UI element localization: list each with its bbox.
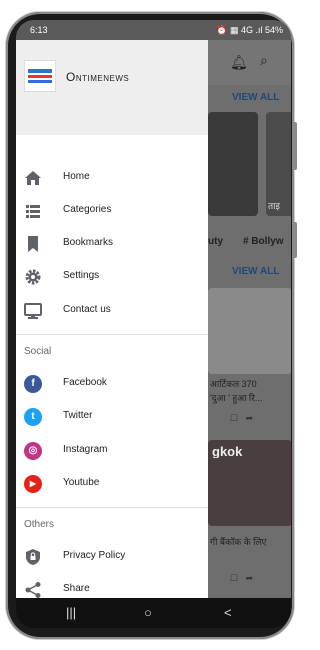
system-navigation-bar: ||| ○ < — [16, 598, 291, 628]
divider — [16, 334, 208, 335]
bell-icon[interactable]: 🔔︎ — [230, 54, 248, 71]
drawer-item-facebook[interactable]: f Facebook — [16, 367, 208, 400]
news-image[interactable] — [208, 288, 291, 374]
drawer-item-label: Categories — [63, 204, 112, 215]
bookmark-icon[interactable]: ☐ ➦ — [210, 412, 290, 424]
power-button — [293, 222, 297, 258]
home-icon — [25, 171, 41, 185]
volume-button — [293, 122, 297, 170]
drawer-item-label: Contact us — [63, 304, 111, 315]
drawer-item-bookmarks[interactable]: Bookmarks — [16, 227, 208, 260]
image-text: gkok — [212, 446, 243, 458]
view-all-link[interactable]: VIEW ALL — [232, 266, 279, 277]
drawer-item-instagram[interactable]: ◎ Instagram — [16, 434, 208, 467]
drawer-item-youtube[interactable]: ▶ Youtube — [16, 467, 208, 500]
drawer-item-categories[interactable]: Categories — [16, 194, 208, 227]
navigation-drawer: Ontimenews Home Categories Bookmarks Set… — [16, 40, 208, 598]
monitor-icon — [24, 303, 42, 319]
news-thumbnail[interactable] — [208, 112, 258, 216]
drawer-item-label: Bookmarks — [63, 237, 114, 248]
drawer-item-contact-us[interactable]: Contact us — [16, 294, 208, 327]
shield-lock-icon — [26, 549, 40, 565]
drawer-item-label: Settings — [63, 270, 100, 281]
news-image[interactable]: gkok — [208, 440, 291, 526]
youtube-icon: ▶ — [24, 475, 42, 493]
drawer-item-home[interactable]: Home — [16, 161, 208, 194]
news-headline[interactable]: गी बैंकॉक के लिए — [210, 536, 290, 548]
drawer-item-twitter[interactable]: t Twitter — [16, 400, 208, 433]
drawer-header: Ontimenews — [16, 40, 208, 135]
section-title-social: Social — [24, 346, 52, 357]
list-icon — [26, 205, 40, 218]
news-headline[interactable]: 'दुआ ' हुआ रि... — [210, 392, 290, 404]
screen: 6:13 ⏰ ▦ 4G .ıl 54% 🔔︎ ⌕ VIEW ALL ताइ ut… — [16, 20, 291, 598]
view-all-link[interactable]: VIEW ALL — [232, 92, 279, 103]
share-icon[interactable]: ☐ ➦ — [210, 572, 290, 584]
drawer-item-label: Youtube — [63, 477, 100, 488]
background-app: 🔔︎ ⌕ VIEW ALL ताइ uty # Bollyw VIEW ALL … — [208, 40, 291, 598]
bookmark-icon — [28, 236, 38, 252]
divider — [16, 507, 208, 508]
section-title-others: Others — [24, 519, 55, 530]
tag-chip[interactable]: uty — [208, 236, 223, 247]
home-button[interactable]: ○ — [144, 605, 152, 620]
tag-chip[interactable]: # Bollyw — [243, 236, 284, 247]
drawer-item-settings[interactable]: Settings — [16, 260, 208, 293]
status-bar: 6:13 ⏰ ▦ 4G .ıl 54% — [16, 20, 291, 40]
app-logo — [24, 60, 56, 92]
news-headline[interactable]: आर्टिकल 370 — [210, 378, 290, 390]
status-time: 6:13 — [30, 25, 48, 35]
news-thumbnail[interactable]: ताइ — [266, 112, 291, 216]
share-icon — [25, 582, 41, 598]
twitter-icon: t — [24, 408, 42, 426]
app-name: Ontimenews — [66, 70, 130, 84]
drawer-item-label: Share — [63, 583, 90, 594]
drawer-item-label: Home — [63, 171, 90, 182]
recents-button[interactable]: ||| — [66, 605, 76, 620]
instagram-icon: ◎ — [24, 442, 42, 460]
drawer-item-privacy-policy[interactable]: Privacy Policy — [16, 540, 208, 573]
drawer-item-label: Privacy Policy — [63, 550, 126, 561]
status-icons: ⏰ ▦ 4G .ıl 54% — [216, 25, 283, 35]
search-icon[interactable]: ⌕ — [260, 52, 268, 69]
thumbnail-text: ताइ — [268, 201, 280, 211]
drawer-item-share[interactable]: Share — [16, 573, 208, 598]
back-button[interactable]: < — [224, 605, 232, 620]
gear-icon — [25, 269, 41, 285]
drawer-item-label: Twitter — [63, 410, 93, 421]
drawer-item-label: Instagram — [63, 444, 108, 455]
drawer-item-label: Facebook — [63, 377, 107, 388]
background-toolbar: 🔔︎ ⌕ — [208, 40, 291, 85]
facebook-icon: f — [24, 375, 42, 393]
